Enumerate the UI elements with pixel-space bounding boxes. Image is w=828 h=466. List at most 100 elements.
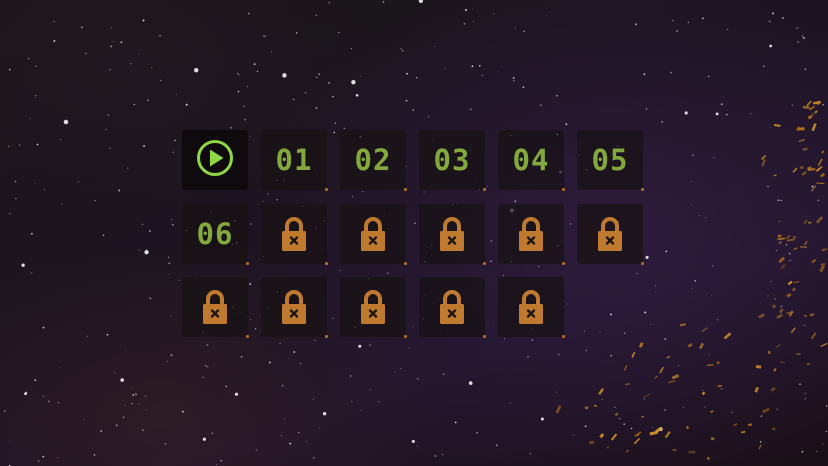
star bbox=[360, 409, 362, 411]
level-tile-03[interactable]: 03 bbox=[419, 130, 486, 191]
star bbox=[145, 409, 147, 411]
star bbox=[130, 63, 132, 65]
star bbox=[131, 403, 133, 405]
ember-spark bbox=[790, 327, 796, 334]
level-tile-06[interactable]: 06 bbox=[182, 204, 249, 265]
star bbox=[81, 26, 83, 29]
star bbox=[15, 198, 17, 200]
ember-spark bbox=[755, 365, 762, 369]
star bbox=[238, 74, 240, 76]
ember-spark bbox=[793, 247, 798, 251]
lock-icon bbox=[439, 289, 465, 325]
star bbox=[402, 50, 404, 52]
ember-spark bbox=[638, 342, 644, 348]
star bbox=[473, 20, 474, 22]
level-number: 01 bbox=[275, 142, 313, 177]
ember-spark bbox=[811, 112, 815, 117]
ember-spark bbox=[792, 167, 798, 173]
lock-icon bbox=[360, 289, 386, 325]
star bbox=[769, 44, 773, 48]
star bbox=[264, 35, 266, 37]
star bbox=[42, 455, 45, 458]
star bbox=[149, 230, 151, 232]
star bbox=[204, 365, 207, 367]
level-number: 03 bbox=[433, 142, 471, 177]
star bbox=[796, 27, 799, 30]
star bbox=[61, 203, 63, 205]
ember-spark bbox=[791, 287, 796, 292]
star bbox=[8, 145, 10, 148]
locked-level-tile[interactable] bbox=[261, 277, 328, 338]
star bbox=[306, 441, 307, 443]
star bbox=[691, 287, 693, 289]
locked-level-tile[interactable] bbox=[340, 204, 407, 265]
locked-level-tile[interactable] bbox=[261, 204, 328, 265]
star bbox=[85, 52, 87, 55]
star bbox=[293, 351, 296, 353]
star bbox=[298, 431, 300, 434]
ember-spark bbox=[758, 313, 765, 319]
star bbox=[127, 167, 129, 169]
star bbox=[170, 315, 171, 317]
star bbox=[312, 398, 314, 400]
star bbox=[713, 157, 715, 159]
star bbox=[545, 15, 547, 17]
level-tile-01[interactable]: 01 bbox=[261, 130, 328, 191]
star bbox=[83, 419, 85, 420]
ember-spark bbox=[803, 240, 808, 246]
ember-spark bbox=[800, 246, 807, 248]
ember-spark bbox=[811, 258, 817, 264]
star bbox=[646, 108, 648, 110]
star bbox=[322, 412, 327, 416]
locked-level-tile[interactable] bbox=[498, 277, 565, 338]
level-number: 05 bbox=[591, 142, 629, 177]
star bbox=[610, 355, 612, 357]
level-tile-05[interactable]: 05 bbox=[577, 130, 644, 191]
ember-spark bbox=[659, 366, 664, 374]
star bbox=[584, 425, 587, 428]
star bbox=[125, 348, 127, 350]
star bbox=[471, 65, 474, 68]
locked-level-tile[interactable] bbox=[577, 204, 644, 265]
star bbox=[132, 394, 135, 396]
star bbox=[142, 19, 145, 22]
star bbox=[672, 19, 674, 22]
ember-spark bbox=[606, 446, 610, 449]
star bbox=[316, 76, 318, 78]
locked-level-tile[interactable] bbox=[419, 277, 486, 338]
star bbox=[234, 392, 239, 396]
star bbox=[690, 180, 692, 182]
star bbox=[369, 388, 371, 390]
star bbox=[513, 80, 515, 82]
level-tile-04[interactable]: 04 bbox=[498, 130, 565, 191]
ember-spark bbox=[707, 457, 710, 460]
star bbox=[202, 376, 204, 378]
ember-spark bbox=[649, 430, 658, 436]
star bbox=[816, 451, 818, 453]
locked-level-tile[interactable] bbox=[182, 277, 249, 338]
ember-spark bbox=[815, 215, 824, 224]
locked-level-tile[interactable] bbox=[340, 277, 407, 338]
star bbox=[418, 0, 424, 4]
star bbox=[270, 51, 272, 53]
ember-spark bbox=[747, 423, 753, 427]
play-level-tile[interactable] bbox=[182, 130, 248, 190]
star bbox=[782, 17, 784, 19]
locked-level-tile[interactable] bbox=[419, 204, 486, 265]
star bbox=[406, 72, 408, 75]
star bbox=[206, 344, 209, 346]
ember-spark bbox=[634, 431, 642, 438]
star bbox=[789, 259, 791, 262]
level-select-grid: 01 02 03 04 05 06 bbox=[182, 130, 646, 338]
star bbox=[9, 213, 11, 215]
star bbox=[512, 77, 515, 79]
star bbox=[168, 256, 170, 258]
ember-spark bbox=[802, 147, 808, 151]
level-tile-02[interactable]: 02 bbox=[340, 130, 407, 191]
locked-level-tile[interactable] bbox=[498, 204, 565, 265]
ember-spark bbox=[806, 363, 811, 366]
star bbox=[60, 367, 61, 369]
lock-icon bbox=[202, 289, 228, 325]
star bbox=[825, 405, 828, 407]
ember-spark bbox=[819, 264, 826, 273]
